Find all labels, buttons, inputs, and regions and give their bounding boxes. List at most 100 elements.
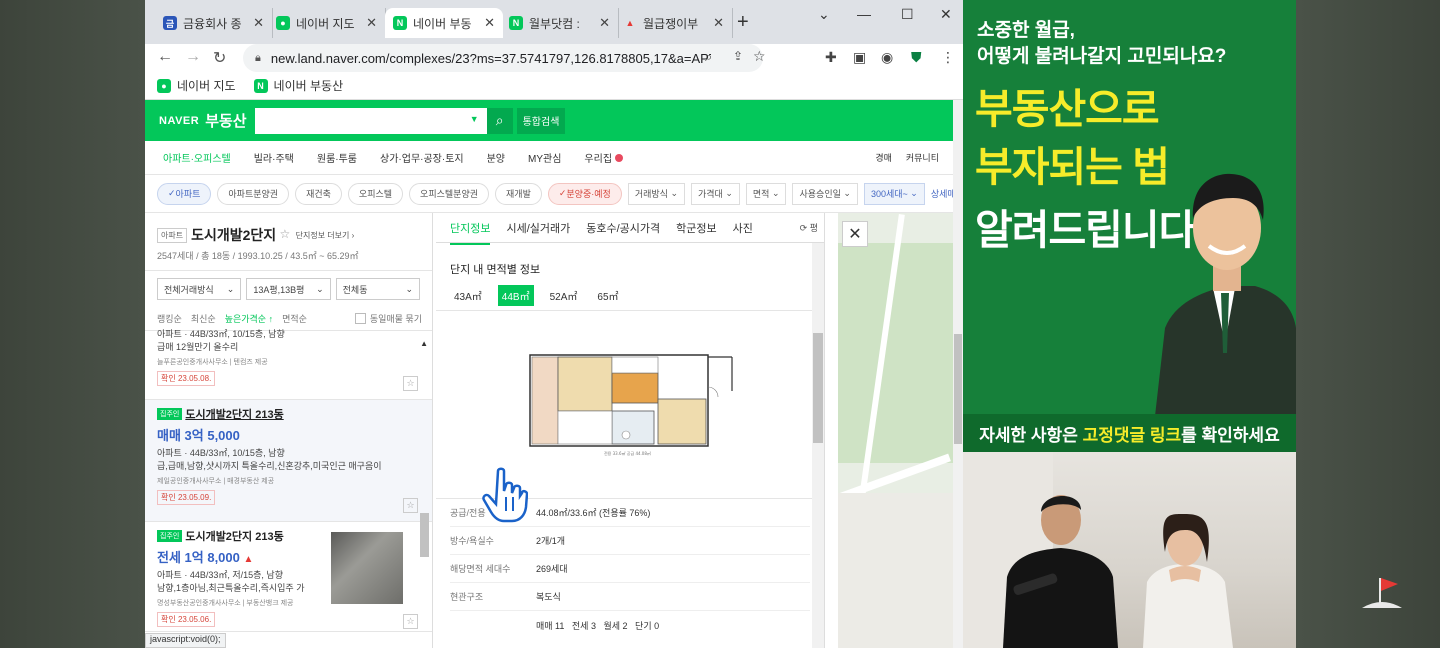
chip-apartment[interactable]: ✓ 아파트 xyxy=(157,182,212,205)
tab-school[interactable]: 학군정보 xyxy=(676,220,716,236)
menu-commercial[interactable]: 상가·업무·공장·토지 xyxy=(380,150,464,165)
minimize-button[interactable]: — xyxy=(857,6,871,22)
lock-icon: 🔒︎ xyxy=(255,51,261,64)
detail-scrollbar[interactable] xyxy=(812,243,824,648)
sidepanel-icon[interactable]: ▣ xyxy=(853,49,866,66)
close-icon[interactable]: ✕ xyxy=(366,15,377,31)
dropdown-caret-icon[interactable]: ▼ xyxy=(470,114,479,124)
bookmark-naver-land[interactable]: N 네이버 부동산 xyxy=(253,77,343,94)
chip-redevelop[interactable]: 재개발 xyxy=(495,182,542,205)
tab-4[interactable]: ▲ 월급쟁이부 ✕ xyxy=(615,8,733,38)
tab-title: 월급쟁이부 xyxy=(643,16,699,31)
tab-unit[interactable]: 동호수/공시가격 xyxy=(586,220,660,236)
dropdown-area[interactable]: 면적 ⌄ xyxy=(745,182,787,205)
presenters-scene xyxy=(963,452,1233,648)
share-icon[interactable]: ⇪ xyxy=(733,49,743,63)
chip-rebuild[interactable]: 재건축 xyxy=(295,182,342,205)
close-icon[interactable]: ✕ xyxy=(599,15,610,31)
profile-icon[interactable]: ◉ xyxy=(881,49,893,66)
menu-community[interactable]: 커뮤니티 xyxy=(906,151,939,164)
listing-title[interactable]: 도시개발2단지 213동 xyxy=(185,409,283,421)
map-close-button[interactable]: ✕ xyxy=(842,221,868,247)
area-tab-65[interactable]: 65㎡ xyxy=(593,285,622,306)
tab-1[interactable]: ● 네이버 지도 ✕ xyxy=(268,8,386,38)
favorite-star-icon[interactable]: ☆ xyxy=(403,614,418,629)
favorite-star-icon[interactable]: ☆ xyxy=(403,376,418,391)
area-tab-44b[interactable]: 44B㎡ xyxy=(497,285,534,306)
close-icon[interactable]: ✕ xyxy=(713,15,724,31)
close-icon[interactable]: ✕ xyxy=(484,15,495,31)
dropdown-label: 면적 xyxy=(752,189,770,199)
tab-search-icon[interactable]: ⌄ xyxy=(818,6,830,23)
reload-icon[interactable]: ↻ xyxy=(213,48,226,68)
menu-my[interactable]: MY관심 xyxy=(528,150,561,165)
url-text[interactable]: new.land.naver.com/complexes/23?ms=37.57… xyxy=(271,51,711,66)
bookmark-star-icon[interactable]: ☆ xyxy=(753,48,766,65)
dropdown-approval[interactable]: 사용승인일 ⌄ xyxy=(792,182,858,205)
dropdown-households[interactable]: 300세대~ ⌄ xyxy=(863,182,925,205)
star-icon[interactable]: ☆ xyxy=(280,227,291,241)
address-bar[interactable]: 🔒︎ new.land.naver.com/complexes/23?ms=37… xyxy=(243,44,766,72)
area-tab-43a[interactable]: 43A㎡ xyxy=(450,285,486,306)
pyeong-select[interactable]: 13A평,13B평 ⌄ xyxy=(246,278,331,300)
menu-auction[interactable]: 경매 xyxy=(875,151,892,164)
tab-price[interactable]: 시세/실거래가 xyxy=(506,220,570,236)
back-icon[interactable]: ← xyxy=(157,48,173,66)
chip-apt-right[interactable]: 아파트분양권 xyxy=(217,182,290,205)
sort-area[interactable]: 면적순 xyxy=(282,312,307,325)
list-scrollbar[interactable] xyxy=(420,513,429,557)
map-area[interactable]: ✕ xyxy=(838,213,953,648)
shield-icon[interactable]: ⛊ xyxy=(911,49,922,66)
tab-complex-info[interactable]: 단지정보 xyxy=(450,220,491,245)
list-item[interactable]: 아파트 · 44B/33㎡, 10/15층, 남향 급매 12월만기 올수리 늘… xyxy=(145,328,432,400)
menu-myhome[interactable]: 우리집 xyxy=(584,150,623,165)
integrated-search-button[interactable]: 통합검색 xyxy=(516,107,566,134)
dropdown-price[interactable]: 가격대 ⌄ xyxy=(690,182,740,205)
window-close-button[interactable]: ✕ xyxy=(940,6,952,23)
dropdown-trade[interactable]: 거래방식 ⌄ xyxy=(627,182,685,205)
search-input[interactable]: ▼ xyxy=(254,107,487,134)
menu-oneroom[interactable]: 원룸·투룸 xyxy=(317,150,357,165)
list-item[interactable]: 집주인 도시개발2단지 213동 전세 1억 8,000 ▲ 아파트 · 44B/… xyxy=(145,522,432,632)
chip-officetel-right[interactable]: 오피스텔분양권 xyxy=(409,182,490,205)
service-title[interactable]: 부동산 xyxy=(205,110,246,131)
detail-scroll-thumb[interactable] xyxy=(813,333,823,443)
menu-icon[interactable]: ⋮ xyxy=(941,49,955,66)
bookmark-naver-map[interactable]: ● 네이버 지도 xyxy=(157,77,236,94)
sort-ranking[interactable]: 랭킹순 xyxy=(157,312,182,325)
sort-latest[interactable]: 최신순 xyxy=(191,312,216,325)
sort-price-high[interactable]: 높은가격순 ↑ xyxy=(225,312,273,325)
maximize-button[interactable]: ☐ xyxy=(901,6,914,23)
search-button[interactable]: ⌕ xyxy=(486,107,513,134)
tab-0[interactable]: 금 금융회사 종 ✕ xyxy=(155,8,273,38)
area-tab-52a[interactable]: 52A㎡ xyxy=(546,285,582,306)
page-scrollbar[interactable] xyxy=(953,100,963,648)
forward-icon[interactable]: → xyxy=(185,48,201,66)
menu-villa[interactable]: 빌라·주택 xyxy=(254,150,294,165)
favorite-star-icon[interactable]: ☆ xyxy=(403,498,418,513)
naver-logo[interactable]: NAVER xyxy=(159,115,199,127)
extensions-icon[interactable]: ✚ xyxy=(825,49,837,66)
chip-officetel[interactable]: 오피스텔 xyxy=(347,182,404,205)
close-icon[interactable]: ✕ xyxy=(253,15,264,31)
unit-toggle-button[interactable]: ⟳ 평 xyxy=(800,221,818,234)
trade-type-select[interactable]: 전체거래방식 ⌄ xyxy=(157,278,242,300)
building-select[interactable]: 전체동 ⌄ xyxy=(335,278,420,300)
tab-3[interactable]: N 월부닷컴 : ✕ xyxy=(501,8,619,38)
zoom-icon[interactable]: ⌕ xyxy=(705,49,712,65)
listing-title[interactable]: 도시개발2단지 213동 xyxy=(185,531,283,543)
group-same-checkbox[interactable]: 동일매물 묶기 xyxy=(354,312,422,325)
menu-presale[interactable]: 분양 xyxy=(487,150,505,165)
chip-presale[interactable]: ✓ 분양중·예정 xyxy=(547,182,622,205)
page-scroll-thumb[interactable] xyxy=(954,334,962,444)
menu-apt-officetel[interactable]: 아파트·오피스텔 xyxy=(163,150,231,165)
new-tab-button[interactable]: + xyxy=(737,11,749,34)
list-item[interactable]: 집주인 도시개발2단지 213동 매매 3억 5,000 아파트 · 44B/33… xyxy=(145,400,432,522)
listing-photo[interactable] xyxy=(331,532,403,604)
tab-2-active[interactable]: N 네이버 부동 ✕ xyxy=(385,8,503,38)
scroll-up-icon[interactable]: ▲ xyxy=(420,339,428,348)
promo-big2: 부자되는 법 xyxy=(975,144,1170,190)
complex-more-link[interactable]: 단지정보 더보기 › xyxy=(296,231,355,240)
tab-photo[interactable]: 사진 xyxy=(733,220,753,236)
presenter-illustration xyxy=(1155,173,1296,416)
